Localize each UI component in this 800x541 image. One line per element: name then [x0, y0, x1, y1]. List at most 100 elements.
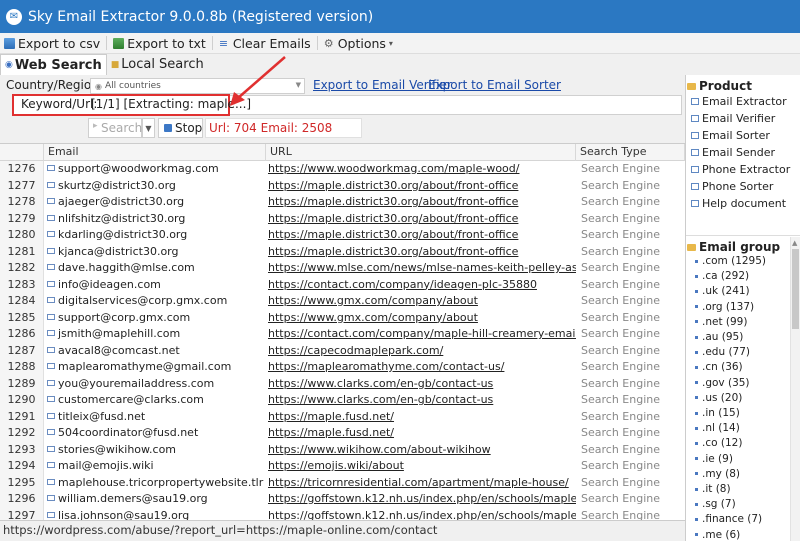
email-cell[interactable]: lisa.johnson@sau19.org [44, 508, 264, 520]
product-link-help-document[interactable]: Help document [691, 197, 786, 210]
email-cell[interactable]: kjanca@district30.org [44, 244, 264, 261]
url-column-header[interactable]: URL [266, 144, 576, 161]
product-link-phone-sorter[interactable]: Phone Sorter [691, 180, 773, 193]
url-link[interactable]: https://maple.district30.org/about/front… [266, 227, 576, 244]
url-link[interactable]: https://www.clarks.com/en-gb/contact-us [266, 376, 576, 393]
country-select[interactable]: ◉ All countries ▼ [90, 78, 305, 94]
email-cell[interactable]: kdarling@district30.org [44, 227, 264, 244]
email-cell[interactable]: maplearomathyme@gmail.com [44, 359, 264, 376]
url-link[interactable]: https://www.gmx.com/company/about [266, 293, 576, 310]
table-row[interactable]: 1294 mail@emojis.wiki https://emojis.wiki/… [0, 458, 685, 475]
url-link[interactable]: https://maple.district30.org/about/front… [266, 178, 576, 195]
table-row[interactable]: 1287 avacal8@comcast.net https://capecodma… [0, 342, 685, 360]
table-row[interactable]: 1277 skurtz@district30.org https://maple.d… [0, 177, 685, 195]
clear-emails-button[interactable]: ≡ Clear Emails [215, 34, 315, 53]
keyword-input[interactable]: [1/1] [Extracting: maple...] [91, 97, 251, 111]
url-link[interactable]: https://contact.com/company/ideagen-plc-… [266, 277, 576, 294]
tab-web-search[interactable]: ◉ Web Search [0, 54, 107, 75]
url-link[interactable]: https://tricornresidential.com/apartment… [266, 475, 576, 492]
email-group-item[interactable]: .it (8) [695, 483, 731, 495]
url-link[interactable]: https://maple.district30.org/about/front… [266, 194, 576, 211]
product-link-email-sorter[interactable]: Email Sorter [691, 129, 770, 142]
email-group-item[interactable]: .my (8) [695, 468, 740, 480]
table-row[interactable]: 1291 titleix@fusd.net https://maple.fusd.n… [0, 408, 685, 426]
tab-local-search[interactable]: ■ Local Search [107, 54, 208, 75]
url-link[interactable]: https://goffstown.k12.nh.us/index.php/en… [266, 508, 576, 521]
email-group-item[interactable]: .org (137) [695, 301, 754, 313]
email-column-header[interactable]: Email [44, 144, 266, 161]
table-row[interactable]: 1278 ajaeger@district30.org https://maple.… [0, 194, 685, 211]
url-link[interactable]: https://maple.district30.org/about/front… [266, 244, 576, 261]
url-link[interactable]: https://www.clarks.com/en-gb/contact-us [266, 392, 576, 409]
url-link[interactable]: https://emojis.wiki/about [266, 458, 576, 475]
email-cell[interactable]: dave.haggith@mlse.com [44, 260, 264, 277]
email-group-item[interactable]: .com (1295) [695, 255, 766, 267]
url-link[interactable]: https://maple.fusd.net/ [266, 425, 576, 442]
table-row[interactable]: 1285 support@corp.gmx.com https://www.gmx.… [0, 309, 685, 327]
table-row[interactable]: 1289 you@youremailaddress.com https://www.… [0, 375, 685, 393]
email-group-item[interactable]: .net (99) [695, 316, 747, 328]
email-cell[interactable]: 504coordinator@fusd.net [44, 425, 264, 442]
email-group-item[interactable]: .sg (7) [695, 498, 736, 510]
table-row[interactable]: 1281 kjanca@district30.org https://maple.d… [0, 243, 685, 261]
email-group-item[interactable]: .gov (35) [695, 377, 750, 389]
export-to-email-sorter-link[interactable]: Export to Email Sorter [428, 78, 561, 92]
url-link[interactable]: https://www.gmx.com/company/about [266, 310, 576, 327]
product-link-email-verifier[interactable]: Email Verifier [691, 112, 775, 125]
email-cell[interactable]: titleix@fusd.net [44, 409, 264, 426]
url-link[interactable]: https://capecodmaplepark.com/ [266, 343, 576, 360]
results-table[interactable]: Email URL Search Type 1276 support@woodwo… [0, 143, 685, 520]
url-link[interactable]: https://goffstown.k12.nh.us/index.php/en… [266, 491, 576, 508]
url-link[interactable]: https://maple.fusd.net/ [266, 409, 576, 426]
table-row[interactable]: 1288 maplearomathyme@gmail.com https://map… [0, 359, 685, 376]
email-cell[interactable]: customercare@clarks.com [44, 392, 264, 409]
options-button[interactable]: ⚙ Options ▾ [320, 34, 397, 53]
email-group-item[interactable]: .co (12) [695, 437, 742, 449]
product-link-phone-extractor[interactable]: Phone Extractor [691, 163, 790, 176]
table-row[interactable]: 1290 customercare@clarks.com https://www.c… [0, 392, 685, 409]
email-cell[interactable]: maplehouse.tricorpropertywebsite.tlrprop… [44, 475, 264, 492]
email-group-item[interactable]: .us (20) [695, 392, 742, 404]
url-link[interactable]: https://maplearomathyme.com/contact-us/ [266, 359, 576, 376]
search-type-column-header[interactable]: Search Type [576, 144, 685, 161]
email-group-item[interactable]: .nl (14) [695, 422, 740, 434]
email-group-item[interactable]: .edu (77) [695, 346, 750, 358]
url-link[interactable]: https://maple.district30.org/about/front… [266, 211, 576, 228]
email-cell[interactable]: jsmith@maplehill.com [44, 326, 264, 343]
table-row[interactable]: 1280 kdarling@district30.org https://maple… [0, 227, 685, 244]
email-group-item[interactable]: .cn (36) [695, 361, 743, 373]
product-link-email-sender[interactable]: Email Sender [691, 146, 775, 159]
email-group-item[interactable]: .me (6) [695, 529, 740, 541]
table-row[interactable]: 1276 support@woodworkmag.com https://www.w… [0, 161, 685, 178]
table-row[interactable]: 1293 stories@wikihow.com https://www.wikih… [0, 441, 685, 459]
email-group-item[interactable]: .uk (241) [695, 285, 750, 297]
table-row[interactable]: 1283 info@ideagen.com https://contact.com/… [0, 276, 685, 294]
scrollbar-thumb[interactable] [792, 249, 799, 329]
email-group-item[interactable]: .au (95) [695, 331, 743, 343]
email-cell[interactable]: digitalservices@corp.gmx.com [44, 293, 264, 310]
email-cell[interactable]: avacal8@comcast.net [44, 343, 264, 360]
search-button[interactable]: ▸ Search [88, 118, 142, 138]
email-cell[interactable]: support@corp.gmx.com [44, 310, 264, 327]
table-row[interactable]: 1295 maplehouse.tricorpropertywebsite.tlr… [0, 474, 685, 492]
url-link[interactable]: https://www.woodworkmag.com/maple-wood/ [266, 161, 576, 178]
email-group-item[interactable]: .ie (9) [695, 453, 733, 465]
email-cell[interactable]: william.demers@sau19.org [44, 491, 264, 508]
email-cell[interactable]: mail@emojis.wiki [44, 458, 264, 475]
table-row[interactable]: 1297 lisa.johnson@sau19.org https://goffst… [0, 507, 685, 521]
table-row[interactable]: 1282 dave.haggith@mlse.com https://www.mls… [0, 260, 685, 277]
email-group-item[interactable]: .ca (292) [695, 270, 749, 282]
url-link[interactable]: https://contact.com/company/maple-hill-c… [266, 326, 576, 343]
table-row[interactable]: 1296 william.demers@sau19.org https://goff… [0, 491, 685, 508]
url-link[interactable]: https://www.wikihow.com/about-wikihow [266, 442, 576, 459]
table-row[interactable]: 1286 jsmith@maplehill.com https://contact.… [0, 326, 685, 343]
export-csv-button[interactable]: Export to csv [0, 34, 104, 53]
search-dropdown-button[interactable]: ▼ [142, 118, 155, 138]
table-row[interactable]: 1284 digitalservices@corp.gmx.com https://… [0, 293, 685, 310]
email-cell[interactable]: stories@wikihow.com [44, 442, 264, 459]
email-cell[interactable]: you@youremailaddress.com [44, 376, 264, 393]
email-group-item[interactable]: .in (15) [695, 407, 740, 419]
table-row[interactable]: 1279 nlifshitz@district30.org https://mapl… [0, 210, 685, 228]
email-cell[interactable]: info@ideagen.com [44, 277, 264, 294]
email-cell[interactable]: skurtz@district30.org [44, 178, 264, 195]
